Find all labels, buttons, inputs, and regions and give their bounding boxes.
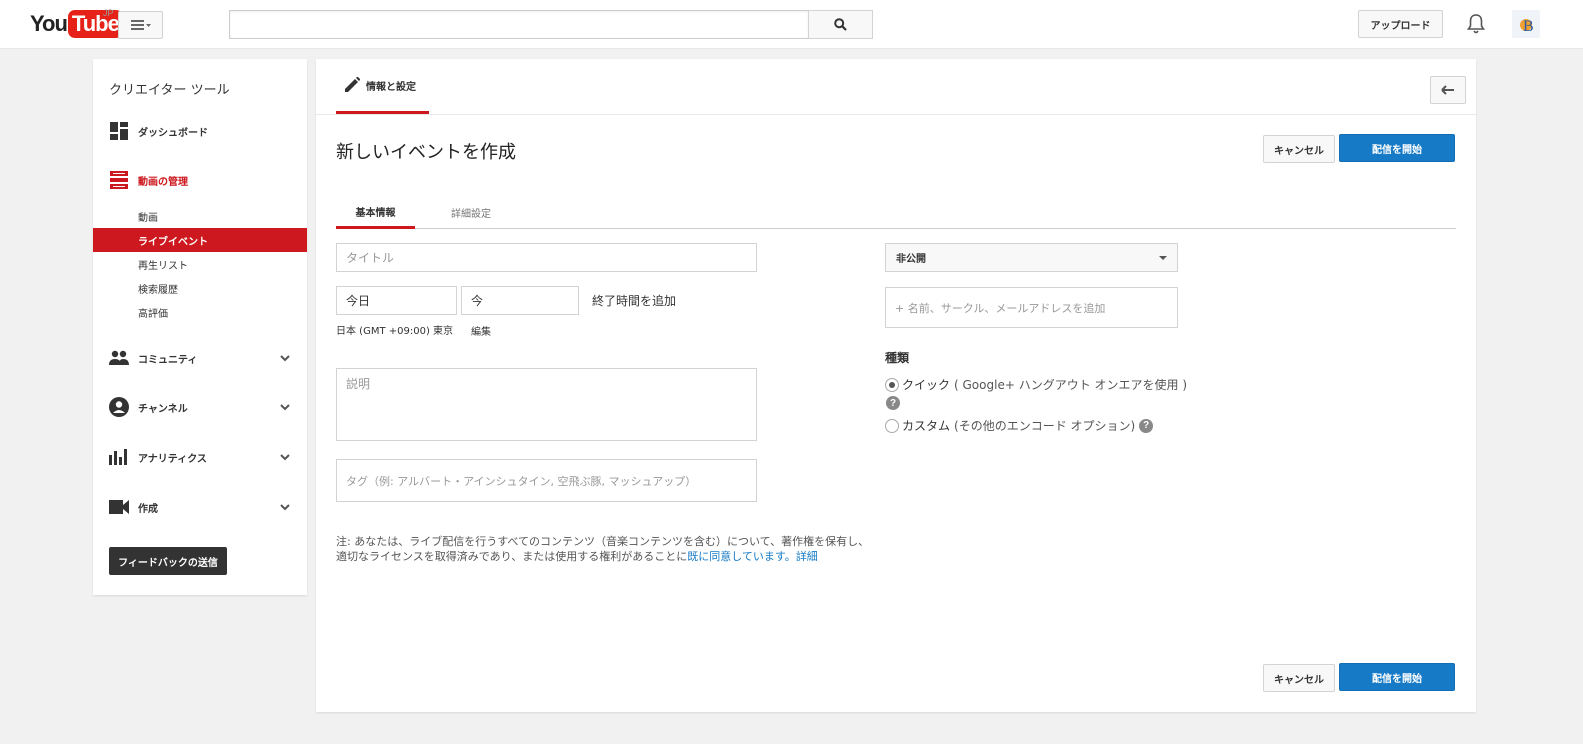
video-camera-icon [109, 497, 129, 517]
main-tab-bar: 情報と設定 [316, 59, 1476, 115]
sidebar-title: クリエイター ツール [109, 83, 230, 98]
start-streaming-button-top[interactable]: 配信を開始 [1339, 134, 1455, 162]
tab-advanced-settings[interactable]: 詳細設定 [436, 196, 506, 229]
chevron-down-icon [280, 404, 290, 411]
sidebar-item-label: ダッシュボード [138, 127, 208, 139]
search-button[interactable] [808, 10, 873, 39]
logo-region-label: JP [103, 8, 114, 18]
notifications-bell-icon[interactable] [1466, 13, 1486, 35]
search-icon [834, 18, 847, 31]
sidebar-item-community[interactable]: コミュニティ [93, 346, 307, 370]
type-heading: 種類 [885, 351, 910, 365]
masthead: You Tube JP アップロード B [0, 0, 1583, 49]
note-agreed-link[interactable]: 既に同意しています。 [687, 550, 796, 563]
sidebar-item-create[interactable]: 作成 [93, 495, 307, 519]
privacy-dropdown[interactable]: 非公開 [885, 243, 1178, 272]
pencil-icon [345, 77, 360, 92]
logo-tube-text: Tube [67, 10, 123, 38]
creator-studio-sidebar: クリエイター ツール ダッシュボード 動画の管理 動画 ライブイベント 再生リス… [93, 59, 307, 595]
send-feedback-button[interactable]: フィードバックの送信 [109, 547, 227, 575]
chevron-down-icon [280, 355, 290, 362]
sidebar-item-label: 作成 [138, 503, 158, 515]
custom-radio[interactable] [885, 418, 899, 433]
share-input[interactable]: + 名前、サークル、メールアドレスを追加 [885, 287, 1178, 328]
cancel-button-top[interactable]: キャンセル [1263, 135, 1335, 163]
main-panel: 情報と設定 新しいイベントを作成 キャンセル 配信を開始 基本情報 詳細設定 タ… [316, 59, 1476, 712]
logo-you-text: You [30, 11, 68, 36]
chevron-down-icon [280, 504, 290, 511]
community-icon [109, 348, 129, 368]
search-input[interactable] [229, 10, 809, 39]
date-input[interactable]: 今日 [336, 286, 457, 315]
quick-detail: ( Google+ ハングアウト オンエアを使用 ) [954, 378, 1188, 392]
start-streaming-button-bottom[interactable]: 配信を開始 [1339, 663, 1455, 691]
back-arrow-icon [1441, 85, 1454, 95]
tab-info-settings[interactable]: 情報と設定 [336, 59, 429, 114]
quick-radio[interactable] [885, 377, 899, 392]
quick-label: クイック [902, 378, 951, 392]
form-sub-tabs: 基本情報 詳細設定 [336, 196, 1456, 229]
sidebar-subitem-likes[interactable]: 高評価 [93, 300, 307, 324]
sidebar-item-video-manager[interactable]: 動画の管理 [93, 168, 307, 192]
sidebar-subitem-search-history[interactable]: 検索履歴 [93, 276, 307, 300]
sidebar-item-label: アナリティクス [138, 453, 207, 465]
help-icon[interactable]: ? [1139, 418, 1154, 433]
title-input[interactable]: タイトル [336, 243, 757, 272]
note-more-link[interactable]: 詳細 [796, 550, 818, 563]
custom-label: カスタム [902, 419, 951, 433]
video-manager-icon [109, 170, 129, 190]
copyright-note: 注: あなたは、ライブ配信を行うすべてのコンテンツ（音楽コンテンツを含む）につい… [336, 534, 876, 564]
dashboard-icon [109, 121, 129, 141]
upload-button[interactable]: アップロード [1358, 10, 1443, 38]
description-textarea[interactable]: 説明 [336, 368, 757, 441]
sidebar-item-label: チャンネル [138, 403, 188, 415]
sidebar-subitem-videos[interactable]: 動画 [93, 204, 307, 228]
back-button[interactable] [1430, 76, 1466, 104]
guide-menu-button[interactable] [118, 11, 163, 39]
chevron-down-icon [280, 454, 290, 461]
custom-detail: (その他のエンコード オプション) [954, 419, 1136, 433]
time-input[interactable]: 今 [461, 286, 579, 315]
add-end-time-link[interactable]: 終了時間を追加 [592, 292, 676, 309]
sidebar-item-dashboard[interactable]: ダッシュボード [93, 119, 307, 143]
tags-input[interactable]: タグ（例: アルバート・アインシュタイン, 空飛ぶ豚, マッシュアップ） [336, 459, 757, 502]
hamburger-icon [130, 20, 151, 30]
timezone-label: 日本 (GMT +09:00) 東京 [336, 326, 454, 337]
tab-basic-info[interactable]: 基本情報 [336, 196, 415, 229]
edit-timezone-link[interactable]: 編集 [471, 323, 491, 338]
channel-icon [109, 397, 129, 417]
help-icon[interactable]: ? [886, 396, 900, 410]
svg-text:B: B [1523, 18, 1534, 35]
sidebar-subitem-playlists[interactable]: 再生リスト [93, 252, 307, 276]
cancel-button-bottom[interactable]: キャンセル [1263, 664, 1335, 692]
analytics-icon [109, 447, 129, 467]
page-title: 新しいイベントを作成 [336, 142, 516, 163]
sidebar-item-label: コミュニティ [138, 354, 198, 366]
privacy-value: 非公開 [896, 254, 926, 265]
type-custom-option[interactable]: カスタム (その他のエンコード オプション) ? [885, 417, 1154, 434]
youtube-logo[interactable]: You Tube JP [30, 8, 123, 38]
type-quick-option[interactable]: クイック ( Google+ ハングアウト オンエアを使用 ) [885, 376, 1187, 393]
sidebar-subitem-live-events[interactable]: ライブイベント [93, 228, 307, 252]
dropdown-arrow-icon [1159, 256, 1167, 260]
sidebar-item-label: 動画の管理 [138, 176, 188, 188]
sidebar-item-channel[interactable]: チャンネル [93, 395, 307, 419]
tab-label: 情報と設定 [366, 81, 416, 93]
sidebar-item-analytics[interactable]: アナリティクス [93, 445, 307, 469]
account-avatar[interactable]: B [1512, 10, 1540, 38]
